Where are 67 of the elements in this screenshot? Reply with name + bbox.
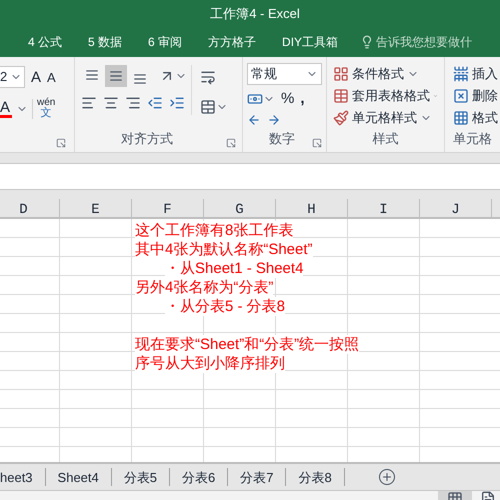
sheet-tab[interactable]: 分表6 [170,468,228,486]
ribbon-tab[interactable]: 4 公式 [28,27,62,57]
note-bullet-text: ・从Sheet1 - Sheet4 [165,259,304,278]
column-header[interactable]: F [132,199,204,217]
style-menu-button[interactable]: 套用表格格式 [333,84,438,107]
align-left-icon[interactable] [81,95,97,111]
column-header[interactable]: J [420,199,492,217]
wrap-text-icon[interactable] [200,69,216,85]
indent-increase-icon[interactable] [169,95,185,111]
ribbon-tab[interactable]: 5 数据 [88,27,122,57]
style-menu-button[interactable]: 条件格式 [333,63,438,85]
phonetic-button[interactable]: wén 文 [37,98,56,119]
note-bullet-text: ・从分表5 - 分表8 [165,297,286,316]
note-text: 其中4张为默认名称“Sheet” [135,240,313,259]
shrink-font-button[interactable]: A [47,70,56,84]
ribbon-tab[interactable]: DIY工具箱 [282,27,338,57]
cell-menu-button[interactable]: 插入 [453,63,500,85]
table-icon [333,88,349,104]
column-header[interactable]: H [276,199,348,217]
align-center-icon[interactable] [103,95,119,111]
group-label: 样式 [372,130,398,148]
ribbon-tab[interactable]: 方方格子 [208,27,256,57]
grid-icon [453,110,469,126]
cross-box-icon [453,88,469,104]
sheet-tab[interactable]: 分表8 [286,468,345,486]
dialog-launcher-icon[interactable] [56,138,66,148]
grid-icon [333,66,349,82]
note-text: 这个工作簿有8张工作表 [135,221,294,240]
window-title: 工作簿4 - Excel [210,4,300,23]
sheet-tab[interactable]: Sheet4 [46,468,112,486]
note-text: 另外4张名称为“分表” [135,278,274,297]
column-header[interactable]: G [204,199,276,217]
font-size-field[interactable]: 2 [0,66,25,88]
font-color-button[interactable]: A [0,100,12,118]
column-header[interactable]: I [348,199,420,217]
ribbon-tab[interactable]: 6 审阅 [148,27,182,57]
grow-font-button[interactable]: A [31,70,42,84]
paintbrush-icon [333,110,349,126]
note-text: 序号从大到小降序排列 [135,354,285,373]
comma-button[interactable]: , [300,88,305,110]
indent-decrease-icon[interactable] [147,95,163,111]
lines-icon [85,68,99,82]
group-label: 单元格 [453,130,492,146]
cell-menu-button[interactable]: 删除 [453,84,500,107]
lines-icon [133,72,147,86]
table-rows-icon [453,66,469,82]
dialog-launcher-icon[interactable] [312,138,322,148]
sheet-tab[interactable]: 分表7 [228,468,286,486]
tell-me-field[interactable]: 告诉我您想要做什 [376,33,472,51]
column-header[interactable]: E [60,199,132,217]
sheet-tab[interactable]: heet3 [0,468,46,486]
dialog-launcher-icon[interactable] [226,138,236,148]
vertical-align-button[interactable] [105,65,127,87]
group-label: 对齐方式 [121,130,173,148]
lines-icon [109,69,123,83]
number-format-field[interactable]: 常规 [247,63,322,85]
percent-button[interactable]: % [281,88,294,110]
column-header[interactable]: D [0,199,60,217]
group-label: 数字 [269,130,295,148]
merge-cells-icon[interactable] [200,99,216,115]
cell-menu-button[interactable]: 格式 [453,106,500,128]
note-text: 现在要求“Sheet”和“分表”统一按照 [135,335,360,354]
align-right-icon[interactable] [125,95,141,111]
plus-icon [380,471,393,483]
add-sheet-button[interactable] [378,469,395,485]
sheet-tab[interactable]: 分表5 [112,468,170,486]
style-menu-button[interactable]: 单元格样式 [333,106,438,128]
